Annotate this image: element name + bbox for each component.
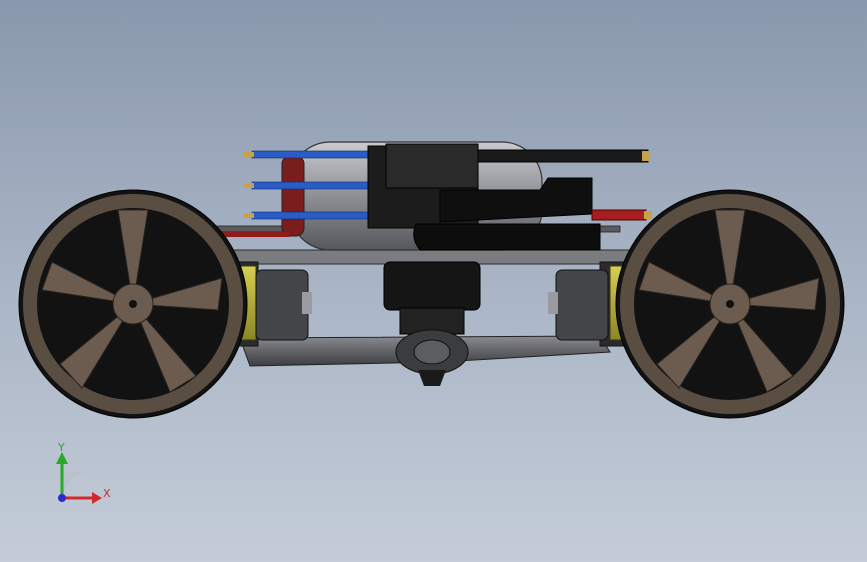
left-wheel bbox=[18, 189, 248, 419]
coordinate-triad: Y X bbox=[56, 441, 111, 504]
cad-viewport[interactable]: Y X bbox=[0, 0, 867, 562]
x-axis-arrow bbox=[92, 492, 102, 504]
y-axis-label: Y bbox=[57, 441, 65, 454]
x-axis-label: X bbox=[103, 487, 111, 500]
battery-tray bbox=[413, 223, 601, 251]
right-wheel bbox=[615, 189, 845, 419]
triad-quadrant bbox=[62, 472, 90, 500]
center-mount bbox=[383, 261, 481, 386]
z-axis-point bbox=[58, 494, 66, 502]
